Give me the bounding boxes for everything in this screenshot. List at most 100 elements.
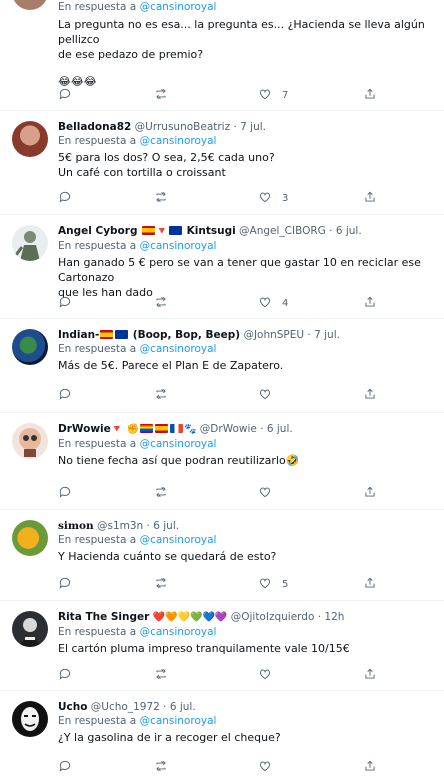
display-name[interactable]: simon [58,520,94,532]
reply-context: En respuesta a @cansinoroyal [58,714,434,728]
share-button[interactable] [363,295,377,311]
display-name[interactable]: Angel Cyborg [58,225,137,237]
display-name[interactable]: DrWowie [58,423,111,435]
tweet-5[interactable]: simon @s1m3n · 6 jul. En respuesta a @ca… [0,510,444,601]
reply-mention[interactable]: @cansinoroyal [140,534,217,546]
display-name[interactable]: Indian- [58,329,99,341]
reply-button[interactable] [58,576,72,592]
avatar[interactable] [12,701,48,737]
like-icon [259,669,271,679]
user-handle[interactable]: @s1m3n [97,520,143,532]
avatar[interactable] [12,423,48,459]
tweet-text-line: de ese pedazo de premio? [58,48,204,61]
avatar[interactable] [12,611,48,647]
like-button[interactable]: 4 [258,295,288,311]
reply-mention[interactable]: @cansinoroyal [140,240,217,252]
reply-button[interactable] [58,759,72,775]
user-handle[interactable]: @DrWowie [200,423,257,435]
reply-mention[interactable]: @cansinoroyal [140,343,217,355]
separator: · [143,520,154,532]
tweet-text: 5€ para los dos? O sea, 2,5€ cada uno? U… [58,150,434,180]
user-handle[interactable]: @UrrusunoBeatriz [135,121,230,133]
share-button[interactable] [363,190,377,206]
share-button[interactable] [363,759,377,775]
retweet-button[interactable] [154,190,168,206]
tweet-0[interactable]: En respuesta a @cansinoroyal La pregunta… [0,0,444,111]
display-name[interactable]: Ucho [58,701,87,713]
reply-button[interactable] [58,190,72,206]
share-button[interactable] [363,87,377,103]
share-button[interactable] [363,576,377,592]
avatar[interactable] [12,0,48,10]
retweet-icon [154,87,168,104]
share-icon [363,387,377,404]
hand-icon: ✊ [126,424,139,435]
avatar-image [18,618,42,647]
share-button[interactable] [363,485,377,501]
reply-mention[interactable]: @cansinoroyal [140,626,217,638]
avatar[interactable] [12,121,48,157]
reply-mention[interactable]: @cansinoroyal [140,1,217,13]
like-icon [259,389,271,399]
retweet-button[interactable] [154,667,168,683]
avatar[interactable] [12,329,48,365]
retweet-icon [156,577,166,588]
like-icon [258,759,272,776]
like-button[interactable]: 3 [258,190,288,206]
tweet-date[interactable]: 7 jul. [314,329,340,341]
retweet-button[interactable] [154,387,168,403]
share-button[interactable] [363,387,377,403]
reply-button[interactable] [58,295,72,311]
tweet-date[interactable]: 6 jul. [153,520,179,532]
tweet-text-line: El cartón pluma impreso tranquilamente v… [58,642,350,655]
user-handle[interactable]: @Angel_CIBORG [239,225,326,237]
display-name[interactable]: Rita The Singer [58,611,149,623]
like-button[interactable]: 7 [258,87,288,103]
reply-icon [58,576,72,593]
reply-button[interactable] [58,485,72,501]
retweet-button[interactable] [154,759,168,775]
tweet-7[interactable]: Ucho @Ucho_1972 · 6 jul. En respuesta a … [0,691,444,783]
tweet-6[interactable]: Rita The Singer ❤️🧡💛💚💙💜 @OjitoIzquierdo … [0,601,444,691]
like-button[interactable] [258,667,282,683]
share-button[interactable] [363,667,377,683]
retweet-button[interactable] [154,87,168,103]
tweet-date[interactable]: 7 jul. [240,121,266,133]
user-handle[interactable]: @JohnSPEU [243,329,304,341]
rainbow-flag-icon [140,424,153,433]
reply-icon [58,87,72,104]
share-icon [363,295,377,312]
like-button[interactable]: 5 [258,576,288,592]
retweet-icon [154,485,168,502]
reply-mention[interactable]: @cansinoroyal [140,135,217,147]
reply-button[interactable] [58,87,72,103]
display-name-suffix: (Boop, Bop, Beep) [132,329,241,341]
tweet-1[interactable]: Belladona82 @UrrusunoBeatriz · 7 jul. En… [0,111,444,215]
reply-context: En respuesta a @cansinoroyal [58,134,434,148]
avatar[interactable] [12,225,48,261]
like-button[interactable] [258,387,282,403]
reply-mention[interactable]: @cansinoroyal [140,715,217,727]
reply-prefix: En respuesta a [58,240,140,252]
reply-button[interactable] [58,387,72,403]
retweet-button[interactable] [154,576,168,592]
avatar[interactable] [12,520,48,556]
reply-prefix: En respuesta a [58,1,140,13]
tweet-date[interactable]: 6 jul. [336,225,362,237]
tweet-3[interactable]: Indian- (Boop, Bop, Beep) @JohnSPEU · 7 … [0,319,444,413]
tweet-2[interactable]: Angel Cyborg 🔻 Kintsugi @Angel_CIBORG · … [0,215,444,319]
display-name[interactable]: Belladona82 [58,121,131,133]
user-handle[interactable]: @OjitoIzquierdo [231,611,315,623]
tweet-date[interactable]: 6 jul. [170,701,196,713]
retweet-button[interactable] [154,485,168,501]
share-icon [363,190,377,207]
reply-mention[interactable]: @cansinoroyal [140,438,217,450]
tweet-4[interactable]: DrWowie🔻 ✊ 🐾 @DrWowie · 6 jul. En respues… [0,413,444,510]
like-button[interactable] [258,485,282,501]
retweet-button[interactable] [154,295,168,311]
reply-button[interactable] [58,667,72,683]
tweet-date[interactable]: 6 jul. [267,423,293,435]
like-button[interactable] [258,759,282,775]
tweet-date[interactable]: 12h [324,611,344,623]
user-handle[interactable]: @Ucho_1972 [91,701,160,713]
